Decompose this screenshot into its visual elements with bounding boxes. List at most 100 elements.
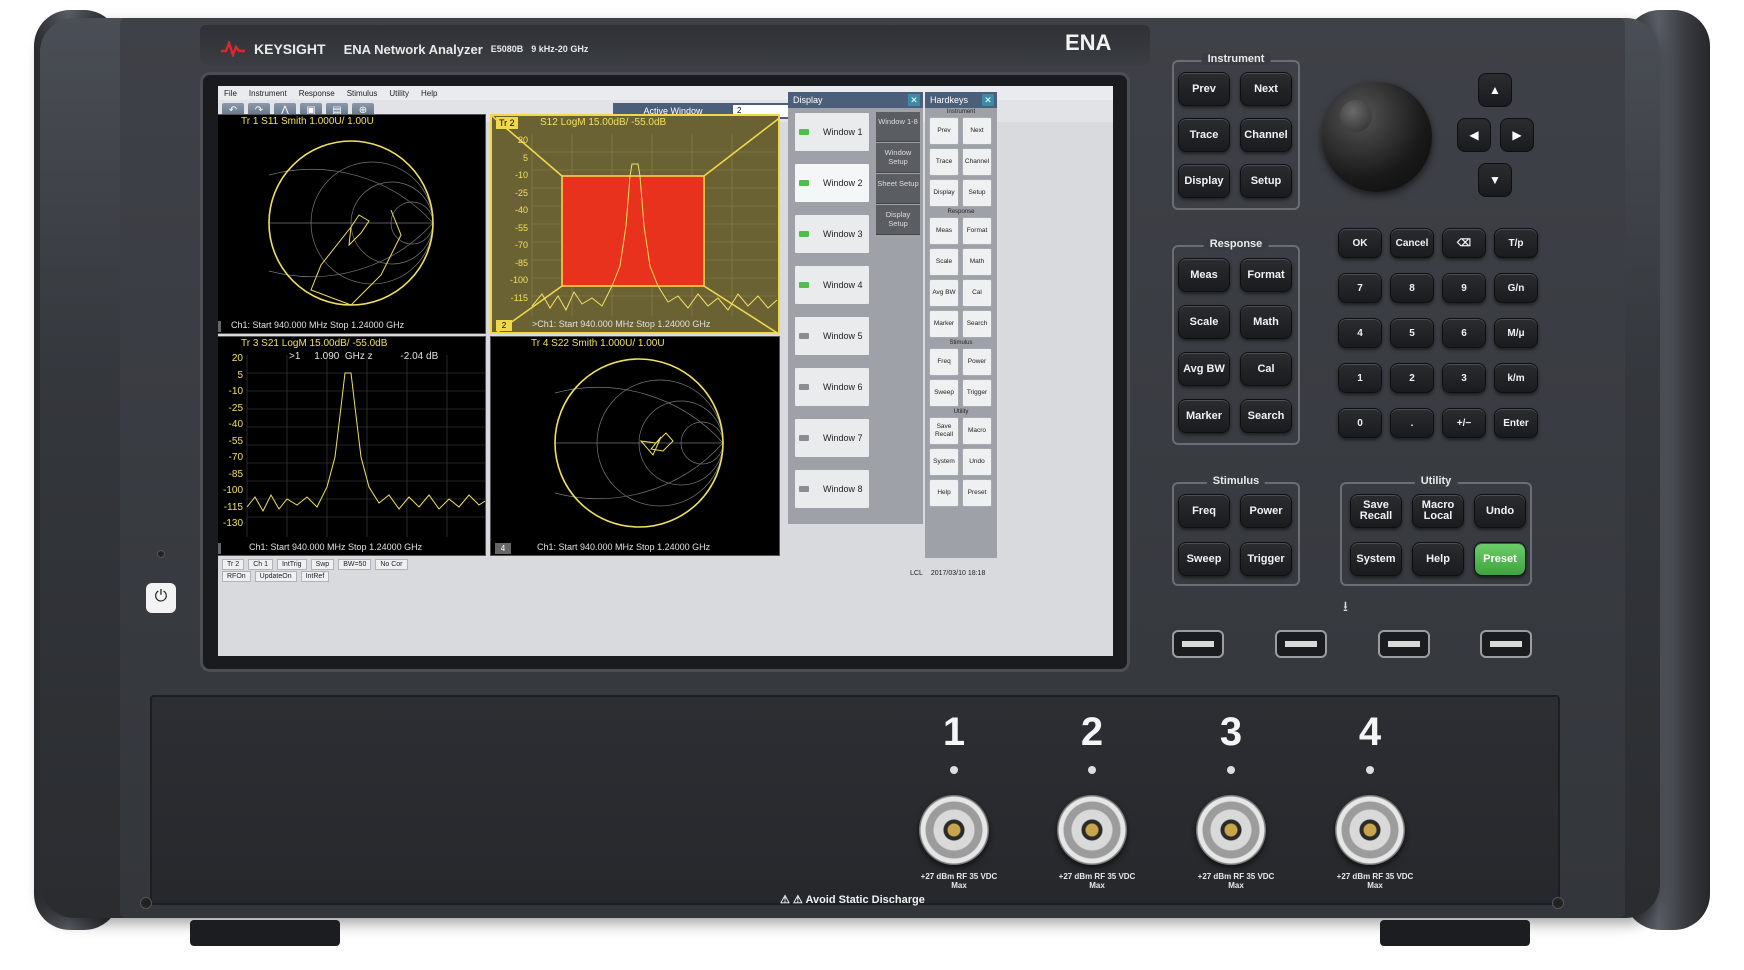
- channel-key[interactable]: Channel: [1240, 118, 1292, 152]
- decimal-key[interactable]: .: [1390, 408, 1434, 438]
- plus-minus-key[interactable]: +/−: [1442, 408, 1486, 438]
- search-key[interactable]: Search: [1240, 399, 1292, 433]
- hk-system[interactable]: System: [929, 448, 959, 476]
- window-1[interactable]: Tr 1 S11 Smith 1.000U/ 1.00U 1 Ch1: Star…: [218, 114, 486, 334]
- hk-macro[interactable]: Macro: [962, 417, 992, 445]
- format-key[interactable]: Format: [1240, 258, 1292, 292]
- close-icon[interactable]: ✕: [982, 94, 994, 106]
- key-3[interactable]: 3: [1442, 363, 1486, 393]
- window-setup-button[interactable]: Window Setup: [876, 143, 920, 173]
- menu-help[interactable]: Help: [421, 89, 437, 98]
- close-icon[interactable]: ✕: [908, 94, 920, 106]
- key-4[interactable]: 4: [1338, 318, 1382, 348]
- avg-bw-key[interactable]: Avg BW: [1178, 352, 1230, 386]
- cal-key[interactable]: Cal: [1240, 352, 1292, 386]
- key-7[interactable]: 7: [1338, 273, 1382, 303]
- gn-key[interactable]: G/n: [1494, 273, 1538, 303]
- hk-undo[interactable]: Undo: [962, 448, 992, 476]
- window-6-button[interactable]: Window 6: [794, 367, 870, 407]
- usb-port-2[interactable]: [1275, 630, 1327, 658]
- window-1-button[interactable]: Window 1: [794, 112, 870, 152]
- status-update[interactable]: UpdateOn: [254, 570, 297, 582]
- menu-stimulus[interactable]: Stimulus: [347, 89, 378, 98]
- hk-format[interactable]: Format: [962, 217, 992, 245]
- macro-local-key[interactable]: Macro Local: [1412, 494, 1464, 528]
- hk-scale[interactable]: Scale: [929, 248, 959, 276]
- marker-key[interactable]: Marker: [1178, 399, 1230, 433]
- ok-key[interactable]: OK: [1338, 228, 1382, 258]
- hk-setup[interactable]: Setup: [962, 179, 992, 207]
- hk-marker[interactable]: Marker: [929, 310, 959, 338]
- hk-help[interactable]: Help: [929, 479, 959, 507]
- prev-key[interactable]: Prev: [1178, 72, 1230, 106]
- hk-freq[interactable]: Freq: [929, 348, 959, 376]
- hk-cal[interactable]: Cal: [962, 279, 992, 307]
- hk-prev[interactable]: Prev: [929, 117, 959, 145]
- window-1-8-button[interactable]: Window 1-8: [876, 112, 920, 142]
- hk-power[interactable]: Power: [962, 348, 992, 376]
- menu-response[interactable]: Response: [299, 89, 335, 98]
- hk-save-recall[interactable]: Save Recall: [929, 417, 959, 445]
- key-9[interactable]: 9: [1442, 273, 1486, 303]
- key-0[interactable]: 0: [1338, 408, 1382, 438]
- status-trace[interactable]: Tr 2: [222, 558, 245, 570]
- status-trigger[interactable]: IntTrig: [276, 558, 307, 570]
- window-8-button[interactable]: Window 8: [794, 469, 870, 509]
- freq-key[interactable]: Freq: [1178, 494, 1230, 528]
- window-4-button[interactable]: Window 4: [794, 265, 870, 305]
- port-2-connector[interactable]: [1057, 795, 1127, 865]
- undo-key[interactable]: Undo: [1474, 494, 1526, 528]
- hk-channel[interactable]: Channel: [962, 148, 992, 176]
- hk-trace[interactable]: Trace: [929, 148, 959, 176]
- port-4-connector[interactable]: [1335, 795, 1405, 865]
- math-key[interactable]: Math: [1240, 305, 1292, 339]
- arrow-left-icon[interactable]: ◀: [1457, 118, 1491, 152]
- hk-meas[interactable]: Meas: [929, 217, 959, 245]
- window-3[interactable]: Tr 3 S21 LogM 15.00dB/ -55.0dB >1 1.090 …: [218, 336, 486, 556]
- arrow-right-icon[interactable]: ▶: [1500, 118, 1534, 152]
- next-key[interactable]: Next: [1240, 72, 1292, 106]
- hk-preset[interactable]: Preset: [962, 479, 992, 507]
- preset-key[interactable]: Preset: [1474, 542, 1526, 576]
- help-key[interactable]: Help: [1412, 542, 1464, 576]
- hk-sweep[interactable]: Sweep: [929, 379, 959, 407]
- arrow-down-icon[interactable]: ▼: [1478, 163, 1512, 197]
- menu-file[interactable]: File: [224, 89, 237, 98]
- hk-math[interactable]: Math: [962, 248, 992, 276]
- status-channel[interactable]: Ch 1: [248, 558, 273, 570]
- key-2[interactable]: 2: [1390, 363, 1434, 393]
- port-3-connector[interactable]: [1196, 795, 1266, 865]
- hk-search[interactable]: Search: [962, 310, 992, 338]
- usb-port-3[interactable]: [1378, 630, 1430, 658]
- cancel-key[interactable]: Cancel: [1390, 228, 1434, 258]
- enter-key[interactable]: Enter: [1494, 408, 1538, 438]
- system-key[interactable]: System: [1350, 542, 1402, 576]
- hk-next[interactable]: Next: [962, 117, 992, 145]
- sheet-setup-button[interactable]: Sheet Setup: [876, 174, 920, 204]
- usb-port-1[interactable]: [1172, 630, 1224, 658]
- backspace-key[interactable]: ⌫: [1442, 228, 1486, 258]
- window-3-button[interactable]: Window 3: [794, 214, 870, 254]
- arrow-up-icon[interactable]: ▲: [1478, 73, 1512, 107]
- port-1-connector[interactable]: [919, 795, 989, 865]
- key-5[interactable]: 5: [1390, 318, 1434, 348]
- hk-trigger[interactable]: Trigger: [962, 379, 992, 407]
- tp-key[interactable]: T/p: [1494, 228, 1538, 258]
- key-1[interactable]: 1: [1338, 363, 1382, 393]
- trigger-key[interactable]: Trigger: [1240, 542, 1292, 576]
- display-key[interactable]: Display: [1178, 164, 1230, 198]
- trace-key[interactable]: Trace: [1178, 118, 1230, 152]
- menu-instrument[interactable]: Instrument: [249, 89, 287, 98]
- key-6[interactable]: 6: [1442, 318, 1486, 348]
- status-reference[interactable]: IntRef: [300, 570, 330, 582]
- display-setup-button[interactable]: Display Setup: [876, 205, 920, 235]
- window-2[interactable]: Tr 2 S12 LogM 15.00dB/ -55.0dB 20 5 -10 …: [490, 114, 780, 334]
- meas-key[interactable]: Meas: [1178, 258, 1230, 292]
- window-2-button[interactable]: Window 2: [794, 163, 870, 203]
- save-recall-key[interactable]: Save Recall: [1350, 494, 1402, 528]
- status-correction[interactable]: No Cor: [375, 558, 408, 570]
- scale-key[interactable]: Scale: [1178, 305, 1230, 339]
- power-button[interactable]: ⏻: [146, 583, 176, 613]
- status-bandwidth[interactable]: BW=50: [338, 558, 372, 570]
- setup-key[interactable]: Setup: [1240, 164, 1292, 198]
